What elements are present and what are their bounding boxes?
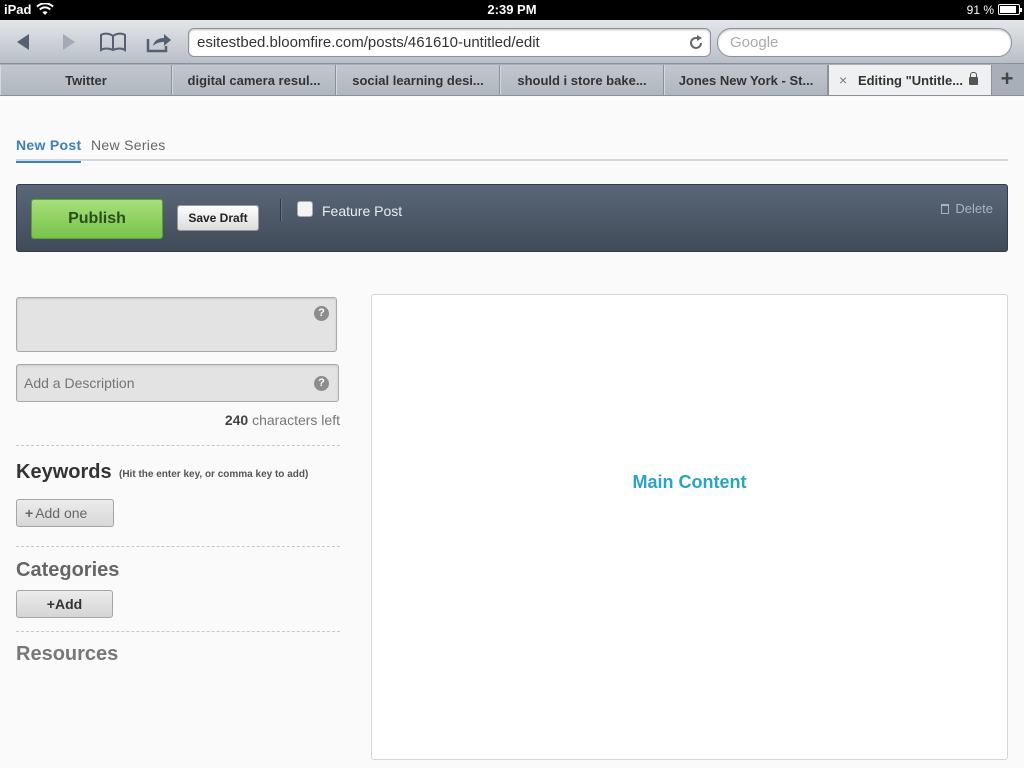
characters-left-label: characters left <box>252 412 340 428</box>
resources-heading: Resources <box>16 643 119 665</box>
add-category-button[interactable]: +Add <box>16 590 113 618</box>
address-bar[interactable]: esitestbed.bloomfire.com/posts/461610-un… <box>188 28 711 57</box>
close-tab-icon[interactable]: × <box>839 72 847 88</box>
feature-post-checkbox[interactable] <box>297 201 313 217</box>
characters-left-count: 240 <box>224 412 249 428</box>
share-button[interactable] <box>144 28 174 56</box>
divider <box>16 546 340 547</box>
plus-icon: + <box>25 505 34 521</box>
browser-tab-active[interactable]: × Editing "Untitle... <box>828 65 992 95</box>
tab-label: social learning desi... <box>352 72 484 88</box>
help-icon[interactable]: ? <box>314 306 329 321</box>
tab-new-post[interactable]: New Post <box>16 137 82 163</box>
categories-heading: Categories <box>16 559 120 581</box>
main-content-label: Main Content <box>632 472 747 492</box>
tab-label: Editing "Untitle... <box>857 72 964 88</box>
feature-post-label: Feature Post <box>322 203 403 219</box>
action-bar: Publish Save Draft Feature Post Delete <box>16 184 1008 252</box>
toolbar-divider <box>280 199 281 221</box>
browser-tab[interactable]: should i store bake... <box>500 65 664 95</box>
title-field[interactable] <box>16 297 337 352</box>
characters-left: 240 characters left <box>225 412 340 428</box>
delete-button[interactable]: Delete <box>941 201 993 216</box>
trash-icon <box>941 203 950 214</box>
search-field[interactable]: Google <box>717 28 1012 57</box>
post-type-tabs: New Post New Series <box>16 133 1008 163</box>
back-button[interactable] <box>8 28 38 56</box>
description-field[interactable] <box>16 364 339 402</box>
browser-toolbar: esitestbed.bloomfire.com/posts/461610-un… <box>0 20 1024 64</box>
browser-tab[interactable]: digital camera resul... <box>172 65 336 95</box>
new-tab-button[interactable]: + <box>994 67 1020 93</box>
tab-label: digital camera resul... <box>187 72 321 88</box>
page-content: New Post New Series Publish Save Draft F… <box>0 97 1024 768</box>
help-icon[interactable]: ? <box>314 376 329 391</box>
browser-tab[interactable]: social learning desi... <box>336 65 500 95</box>
tab-label: Twitter <box>65 72 107 88</box>
bookmarks-button[interactable] <box>98 28 128 56</box>
browser-tab[interactable]: Twitter <box>0 65 172 95</box>
back-icon <box>17 34 29 50</box>
clock: 2:39 PM <box>487 2 537 17</box>
share-icon <box>146 34 171 53</box>
keywords-heading: Keywords <box>16 461 112 483</box>
status-bar: iPad 2:39 PM 91 % <box>0 0 1024 20</box>
url-text: esitestbed.bloomfire.com/posts/461610-un… <box>197 34 540 51</box>
publish-button[interactable]: Publish <box>31 199 163 239</box>
bookmarks-icon <box>100 32 126 52</box>
lock-icon <box>969 72 979 85</box>
battery-level-fill <box>1000 6 1017 13</box>
forward-icon <box>63 34 75 50</box>
add-keyword-label: Add one <box>35 505 88 521</box>
tab-strip: Twitter digital camera resul... social l… <box>0 64 1024 96</box>
reload-icon[interactable] <box>687 34 705 52</box>
forward-button[interactable] <box>54 28 84 56</box>
search-placeholder: Google <box>730 34 779 51</box>
main-content-area[interactable]: Main Content <box>371 294 1008 760</box>
divider <box>16 631 340 632</box>
delete-label: Delete <box>955 201 993 216</box>
browser-tab[interactable]: Jones New York - St... <box>664 65 828 95</box>
keywords-hint: (Hit the enter key, or comma key to add) <box>119 469 309 480</box>
add-keyword-button[interactable]: + Add one <box>16 499 114 527</box>
divider <box>16 445 340 446</box>
tab-label: Jones New York - St... <box>678 72 814 88</box>
save-draft-button[interactable]: Save Draft <box>177 205 259 231</box>
tab-new-series[interactable]: New Series <box>91 137 166 161</box>
tab-label: should i store bake... <box>517 72 647 88</box>
battery-icon <box>998 4 1022 15</box>
battery-percent: 91 % <box>966 3 994 17</box>
